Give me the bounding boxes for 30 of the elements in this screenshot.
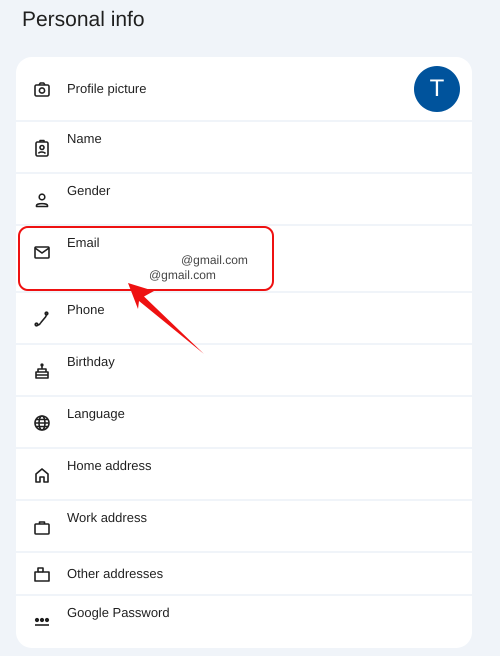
page-title: Personal info <box>21 7 146 33</box>
row-label: Google Password <box>67 605 171 621</box>
info-row[interactable]: Language <box>16 397 472 447</box>
row-label: Other addresses <box>67 566 164 582</box>
info-row[interactable]: Other addresses <box>16 553 472 594</box>
info-row[interactable]: Email @gmail.com @gmail.com <box>16 226 472 291</box>
row-label: Phone <box>67 302 106 318</box>
info-row[interactable]: Work address <box>16 501 472 551</box>
info-row[interactable]: Birthday <box>16 345 472 395</box>
row-label: Gender <box>67 183 112 199</box>
info-row[interactable]: Home address <box>16 449 472 499</box>
row-label: Name <box>67 131 103 147</box>
info-row[interactable]: Profile picture T <box>16 57 472 120</box>
info-row[interactable]: Google Password <box>16 596 472 648</box>
house-icon <box>32 465 52 485</box>
info-row[interactable]: Gender <box>16 174 472 224</box>
globe-icon <box>32 413 52 433</box>
row-label: Email <box>67 235 101 251</box>
info-row[interactable]: Phone <box>16 293 472 343</box>
row-label: Profile picture <box>67 80 148 96</box>
row-value: @gmail.com <box>181 253 249 268</box>
row-label: Home address <box>67 458 153 474</box>
id-badge-icon <box>32 138 52 158</box>
row-label: Language <box>67 406 126 422</box>
row-value: @gmail.com <box>149 268 217 283</box>
cake-icon <box>32 361 52 381</box>
info-row[interactable]: Name <box>16 122 472 172</box>
row-label: Work address <box>67 510 148 526</box>
row-label: Birthday <box>67 354 116 370</box>
avatar[interactable]: T <box>414 66 460 112</box>
